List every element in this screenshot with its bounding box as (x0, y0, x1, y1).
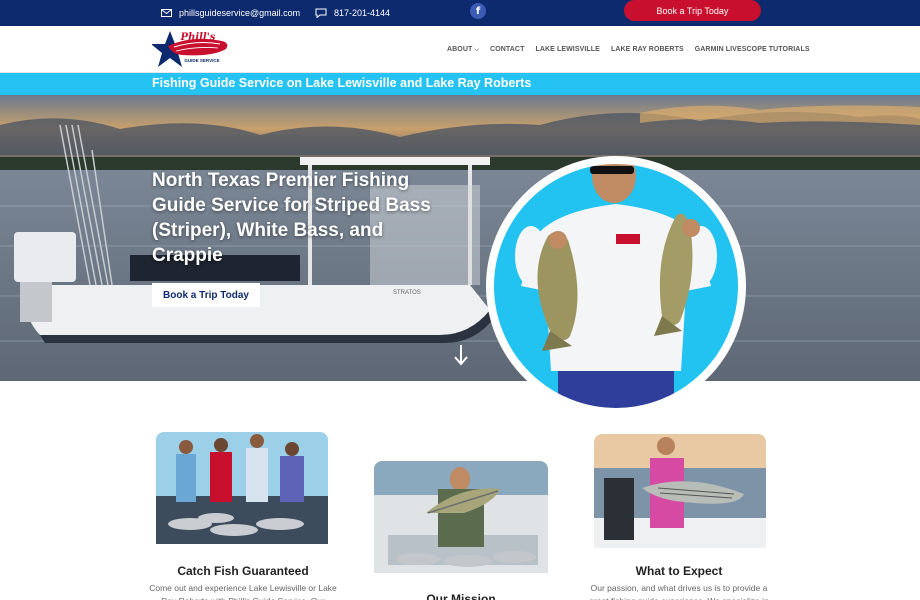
feature-title-3: What to Expect (635, 564, 723, 578)
nav-lake-lewisville[interactable]: LAKE LEWISVILLE (535, 46, 600, 53)
nav-about-label: ABOUT (447, 45, 473, 53)
site-header: Phill's GUIDE SERVICE ABOUT ⌵ CONTACT LAK… (0, 26, 920, 73)
book-trip-hero-label: Book a Trip Today (163, 289, 249, 301)
feature-text-1: Come out and experience Lake Lewisville … (149, 583, 337, 600)
chevron-down-icon: ⌵ (474, 46, 480, 53)
main-nav: ABOUT ⌵ CONTACT LAKE LEWISVILLE LAKE RAY … (447, 26, 810, 73)
hero-title: North Texas Premier Fishing Guide Servic… (152, 170, 431, 266)
chat-icon (315, 8, 327, 18)
phone-text: 817-201-4144 (334, 8, 391, 18)
facebook-icon[interactable]: f (470, 3, 486, 19)
nav-contact[interactable]: CONTACT (490, 46, 524, 53)
feature-photo-1 (150, 426, 334, 550)
book-trip-top-button[interactable]: Book a Trip Today (624, 0, 761, 21)
boat-name: STRATOS (393, 290, 421, 296)
envelope-icon (161, 9, 172, 17)
svg-text:Phill's: Phill's (180, 32, 216, 43)
feature-title-1: Catch Fish Guaranteed (177, 564, 309, 578)
nav-lake-ray-roberts[interactable]: LAKE RAY ROBERTS (611, 46, 684, 53)
book-trip-hero-button[interactable]: Book a Trip Today (152, 283, 260, 307)
hero-section: STRATOS North Texas Premier Fishing Guid… (0, 95, 920, 381)
site-logo[interactable]: Phill's GUIDE SERVICE (152, 29, 230, 71)
tagline-text: Fishing Guide Service on Lake Lewisville… (152, 76, 532, 90)
facebook-glyph: f (475, 5, 481, 17)
feature-title-2: Our Mission (426, 592, 496, 600)
top-bar: phillsguideservice@gmail.com 817-201-414… (0, 0, 920, 26)
feature-text-3: Our passion, and what drives us is to pr… (589, 583, 768, 600)
nav-about[interactable]: ABOUT ⌵ (447, 46, 479, 54)
arrow-down-icon[interactable] (454, 344, 468, 366)
book-trip-top-label: Book a Trip Today (656, 5, 729, 16)
email-text: phillsguideservice@gmail.com (179, 8, 301, 18)
hero-background-image: STRATOS (0, 95, 920, 381)
nav-garmin-livescope[interactable]: GARMIN LIVESCOPE TUTORIALS (695, 46, 810, 53)
email-link[interactable]: phillsguideservice@gmail.com (161, 0, 300, 26)
feature-photo-2 (368, 455, 554, 579)
feature-photo-3 (588, 428, 772, 554)
phone-link[interactable]: 817-201-4144 (315, 0, 390, 26)
tagline-bar: Fishing Guide Service on Lake Lewisville… (0, 73, 920, 95)
guide-photo (486, 156, 746, 416)
svg-text:GUIDE SERVICE: GUIDE SERVICE (184, 58, 219, 63)
